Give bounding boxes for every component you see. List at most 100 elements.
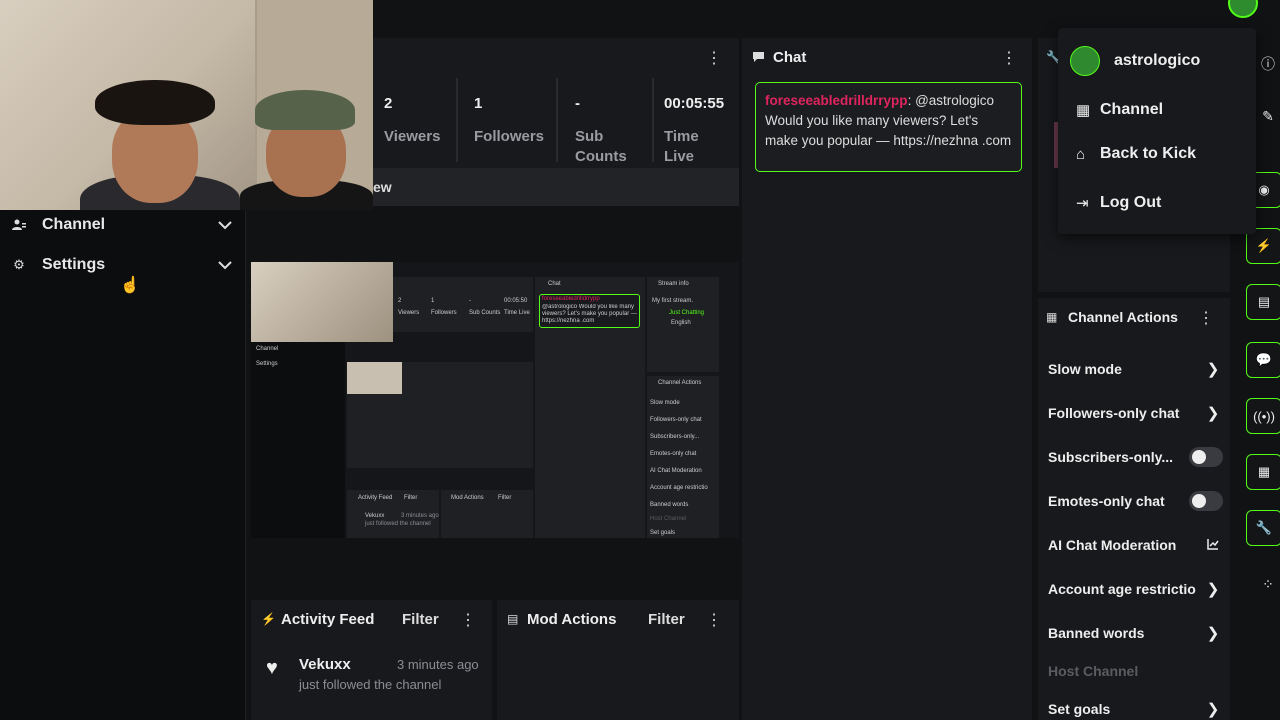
sidebar-item-label: Channel (42, 216, 106, 233)
preview-stats (393, 277, 533, 332)
channel-icon[interactable]: ▦ (1246, 454, 1280, 490)
preview-title: ew (373, 179, 392, 195)
panel-title: Channel Actions (1068, 309, 1178, 325)
user-avatar[interactable] (1228, 0, 1258, 18)
lightning-icon: ⚡ (261, 612, 276, 626)
subscribers-only-row: Subscribers-only... (1048, 444, 1223, 470)
preview-action: Subscribers-only... (650, 434, 700, 440)
slow-mode-button[interactable]: Slow mode ❯ (1048, 356, 1223, 382)
preview-action: Set goals (650, 530, 676, 536)
preview-feed-title: Activity Feed (358, 495, 393, 501)
document-icon[interactable]: ▤ (1246, 284, 1280, 320)
preview-feed-action: just followed the channel (365, 521, 431, 527)
preview-sidebar (251, 342, 345, 538)
chevron-right-icon: ❯ (1206, 581, 1220, 598)
preview-stat-label: Time Live (504, 310, 530, 316)
sidebar-item-channel[interactable]: Channel (0, 207, 240, 243)
menu-item-channel[interactable]: ▦ Channel (1076, 96, 1246, 124)
preview-filter: Filter (404, 495, 418, 501)
preview-stream-title: My first stream. (652, 298, 694, 304)
preview-action: Account age restrictio (650, 485, 708, 491)
avatar (1070, 46, 1100, 76)
stat-value: 00:05:55 (664, 95, 725, 112)
home-icon: ⌂ (1076, 145, 1086, 163)
feed-timestamp: 3 minutes ago (397, 657, 479, 672)
feed-username[interactable]: Vekuxx (299, 656, 351, 673)
feed-action-text: just followed the channel (299, 677, 442, 692)
kebab-menu-icon[interactable]: ⋮ (704, 610, 724, 630)
info-icon[interactable]: ⓘ (1258, 54, 1278, 74)
stat-value: 1 (474, 95, 483, 112)
pencil-icon[interactable]: ✎ (1258, 108, 1278, 125)
host-channel-button: Host Channel (1048, 658, 1223, 684)
external-link-icon (1203, 537, 1223, 554)
kebab-menu-icon[interactable]: ⋮ (999, 48, 1019, 68)
preview-feed-user: Vekuxx (365, 513, 385, 519)
chevron-right-icon: ❯ (1206, 361, 1220, 378)
preview-feed-time: 3 minutes ago (401, 513, 439, 519)
chevron-down-icon[interactable] (210, 217, 240, 233)
broadcast-icon[interactable]: ((•)) (1246, 398, 1280, 434)
menu-item-back-to-kick[interactable]: ⌂ Back to Kick (1076, 140, 1246, 168)
action-label: Subscribers-only... (1048, 449, 1173, 465)
action-label: Set goals (1048, 701, 1111, 717)
emotes-only-toggle[interactable] (1189, 491, 1223, 511)
menu-item-label: Log Out (1100, 194, 1162, 211)
channel-icon: ▦ (1076, 102, 1091, 119)
chevron-right-icon: ❯ (1206, 701, 1220, 718)
preview-filter: Filter (498, 495, 512, 501)
stat-viewers: 2 Viewers (373, 78, 458, 162)
channel-actions-panel: ▦ Channel Actions ⋮ Slow mode ❯ Follower… (1038, 298, 1230, 720)
stat-sub-counts: - Sub Counts (564, 78, 654, 165)
preview-chat-title: Chat (548, 281, 561, 287)
filter-button[interactable]: Filter (402, 611, 439, 628)
chat-username[interactable]: foreseeabledrilldrrypp (765, 93, 908, 108)
stream-preview-header: ew (373, 168, 739, 206)
document-icon: ▤ (507, 612, 519, 626)
wrench-icon[interactable]: 🔧 (1246, 510, 1280, 546)
menu-item-label: Back to Kick (1100, 145, 1197, 162)
stat-time-live: 00:05:55 Time Live (653, 78, 739, 165)
chevron-down-icon[interactable] (210, 257, 240, 273)
subscribers-only-toggle[interactable] (1189, 447, 1223, 467)
sidebar-item-label: Settings (42, 256, 106, 273)
gear-icon: ⚙ (13, 257, 25, 272)
menu-item-log-out[interactable]: ⇥ Log Out (1076, 189, 1246, 217)
preview-chat-user: foreseeabledrilldrrypp (542, 296, 600, 302)
panel-title: Activity Feed (281, 610, 375, 628)
chat-icon[interactable]: 💬 (1246, 342, 1280, 378)
preview-nested-webcam (347, 362, 402, 394)
menu-item-label: Channel (1100, 101, 1164, 118)
preview-mod-title: Mod Actions (451, 495, 484, 501)
filter-button[interactable]: Filter (648, 611, 685, 628)
action-label: Followers-only chat (1048, 405, 1180, 421)
set-goals-button[interactable]: Set goals ❯ (1048, 696, 1223, 720)
followers-only-button[interactable]: Followers-only chat ❯ (1048, 400, 1223, 426)
account-age-restriction-button[interactable]: Account age restrictio ❯ (1048, 576, 1223, 602)
kebab-menu-icon[interactable]: ⋮ (704, 48, 724, 68)
dots-icon[interactable]: ⁘ (1258, 576, 1278, 593)
preview-stat-label: Viewers (398, 310, 420, 316)
panel-title: Chat (773, 49, 807, 66)
stat-label: Sub Counts (575, 128, 627, 165)
stat-label: Followers (474, 128, 545, 145)
users-icon (12, 218, 26, 232)
chat-panel: Chat ⋮ foreseeabledrilldrrypp: @astrolog… (742, 38, 1032, 720)
ai-chat-moderation-button[interactable]: AI Chat Moderation (1048, 532, 1223, 558)
preview-stat-label: Sub Counts (469, 310, 501, 316)
action-label: Host Channel (1048, 663, 1139, 679)
kebab-menu-icon[interactable]: ⋮ (458, 610, 478, 630)
preview-sidebar-item: Channel (256, 346, 279, 352)
stat-followers: 1 Followers (463, 78, 558, 162)
preview-action: Banned words (650, 502, 689, 508)
logout-icon: ⇥ (1076, 195, 1089, 212)
action-label: AI Chat Moderation (1048, 537, 1177, 553)
preview-action: Followers-only chat (650, 417, 702, 423)
kebab-menu-icon[interactable]: ⋮ (1196, 308, 1216, 328)
chat-message[interactable]: foreseeabledrilldrrypp: @astrologico Wou… (755, 82, 1022, 172)
action-label: Emotes-only chat (1048, 493, 1165, 509)
chat-icon (752, 50, 765, 66)
preview-category: Just Chatting (669, 310, 705, 316)
banned-words-button[interactable]: Banned words ❯ (1048, 620, 1223, 646)
preview-webcam (251, 262, 393, 342)
